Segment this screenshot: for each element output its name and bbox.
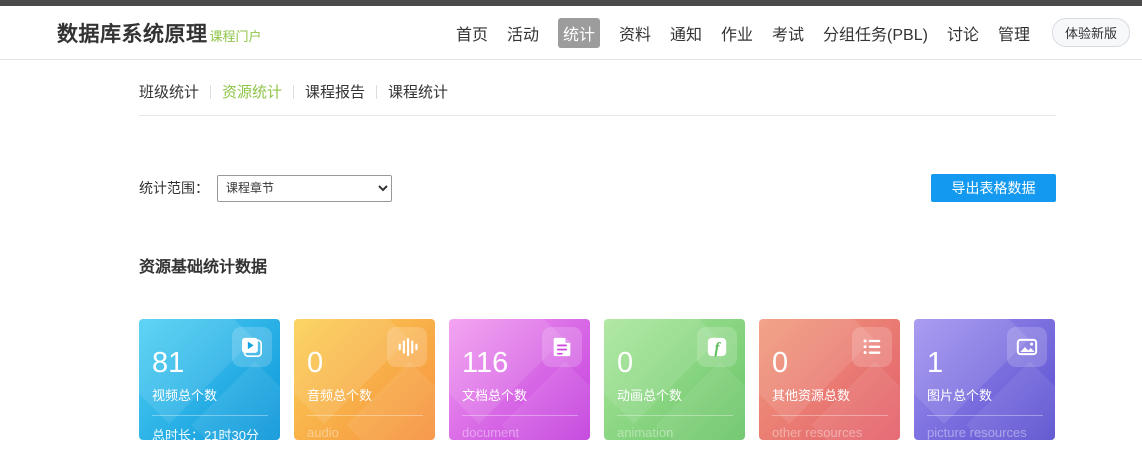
statistics-subnav: 班级统计 资源统计 课程报告 课程统计 [139, 60, 1056, 116]
main-nav: 首页 活动 统计 资料 通知 作业 考试 分组任务(PBL) 讨论 管理 [456, 18, 1030, 48]
picture-stat-card[interactable]: 1 图片总个数 picture resources [914, 319, 1055, 440]
resource-stat-cards: 81 视频总个数 总时长：21时30分 0 音频总个数 audio [139, 319, 1056, 440]
header: 数据库系统原理 课程门户 首页 活动 统计 资料 通知 作业 考试 分组任务(P… [0, 6, 1142, 60]
video-total-duration: 总时长：21时30分 [152, 425, 268, 440]
other-resources-stat-card[interactable]: 0 其他资源总数 other resources [759, 319, 900, 440]
subnav-course-report[interactable]: 课程报告 [305, 81, 365, 102]
scope-label: 统计范围： [139, 178, 209, 198]
course-portal-link[interactable]: 课程门户 [210, 26, 262, 45]
document-count-label: 文档总个数 [462, 385, 578, 404]
nav-item-home[interactable]: 首页 [456, 21, 488, 45]
subnav-divider [376, 85, 377, 99]
main-content: 班级统计 资源统计 课程报告 课程统计 统计范围： 课程章节 导出表格数据 资源… [139, 60, 1056, 440]
card-divider [462, 415, 578, 416]
card-divider [772, 415, 888, 416]
nav-item-group-task-pbl[interactable]: 分组任务(PBL) [823, 21, 928, 45]
card-divider [927, 415, 1043, 416]
video-count-label: 视频总个数 [152, 385, 268, 404]
section-title: 资源基础统计数据 [139, 253, 1056, 277]
card-divider [307, 415, 423, 416]
export-table-data-button[interactable]: 导出表格数据 [931, 174, 1056, 202]
scope-select[interactable]: 课程章节 [217, 175, 392, 202]
filter-row: 统计范围： 课程章节 导出表格数据 [139, 174, 1056, 202]
card-divider [152, 415, 268, 416]
picture-count: 1 [927, 349, 1043, 378]
nav-item-materials[interactable]: 资料 [619, 21, 651, 45]
animation-count-label: 动画总个数 [617, 385, 733, 404]
nav-item-activity[interactable]: 活动 [507, 21, 539, 45]
card-divider [617, 415, 733, 416]
nav-item-management[interactable]: 管理 [998, 21, 1030, 45]
document-en-label: document [462, 425, 578, 440]
nav-item-notice[interactable]: 通知 [670, 21, 702, 45]
subnav-resource-statistics[interactable]: 资源统计 [222, 81, 282, 102]
audio-count-label: 音频总个数 [307, 385, 423, 404]
audio-en-label: audio [307, 425, 423, 440]
nav-item-statistics[interactable]: 统计 [558, 18, 600, 48]
other-resources-count: 0 [772, 349, 888, 378]
try-new-version-button[interactable]: 体验新版 [1052, 18, 1130, 47]
audio-stat-card[interactable]: 0 音频总个数 audio [294, 319, 435, 440]
nav-item-homework[interactable]: 作业 [721, 21, 753, 45]
other-resources-count-label: 其他资源总数 [772, 385, 888, 404]
document-stat-card[interactable]: 116 文档总个数 document [449, 319, 590, 440]
nav-item-discussion[interactable]: 讨论 [947, 21, 979, 45]
subnav-divider [293, 85, 294, 99]
subnav-course-statistics[interactable]: 课程统计 [388, 81, 448, 102]
video-stat-card[interactable]: 81 视频总个数 总时长：21时30分 [139, 319, 280, 440]
course-title-group: 数据库系统原理 课程门户 [57, 18, 262, 48]
animation-stat-card[interactable]: f 0 动画总个数 animation [604, 319, 745, 440]
page-title: 数据库系统原理 [57, 18, 208, 48]
animation-en-label: animation [617, 425, 733, 440]
other-resources-en-label: other resources [772, 425, 888, 440]
picture-count-label: 图片总个数 [927, 385, 1043, 404]
document-count: 116 [462, 349, 578, 378]
picture-en-label: picture resources [927, 425, 1043, 440]
nav-item-exam[interactable]: 考试 [772, 21, 804, 45]
video-count: 81 [152, 349, 268, 378]
audio-count: 0 [307, 349, 423, 378]
subnav-class-statistics[interactable]: 班级统计 [139, 81, 199, 102]
animation-count: 0 [617, 349, 733, 378]
subnav-divider [210, 85, 211, 99]
